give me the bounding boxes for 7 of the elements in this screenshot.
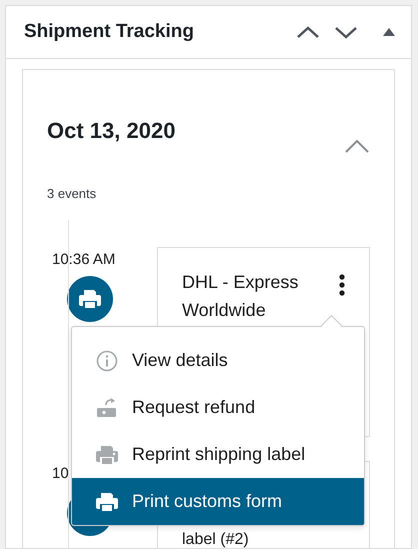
event-time: 10:36 AM <box>52 251 116 268</box>
event-title: label (#2) <box>182 531 250 548</box>
panel-title: Shipment Tracking <box>24 21 195 43</box>
event-count: 3 events <box>46 185 98 201</box>
date-heading: Oct 13, 2020 <box>47 118 176 144</box>
event-title: DHL - Express Worldwide <box>182 271 300 322</box>
event-time: 10 <box>52 465 69 482</box>
